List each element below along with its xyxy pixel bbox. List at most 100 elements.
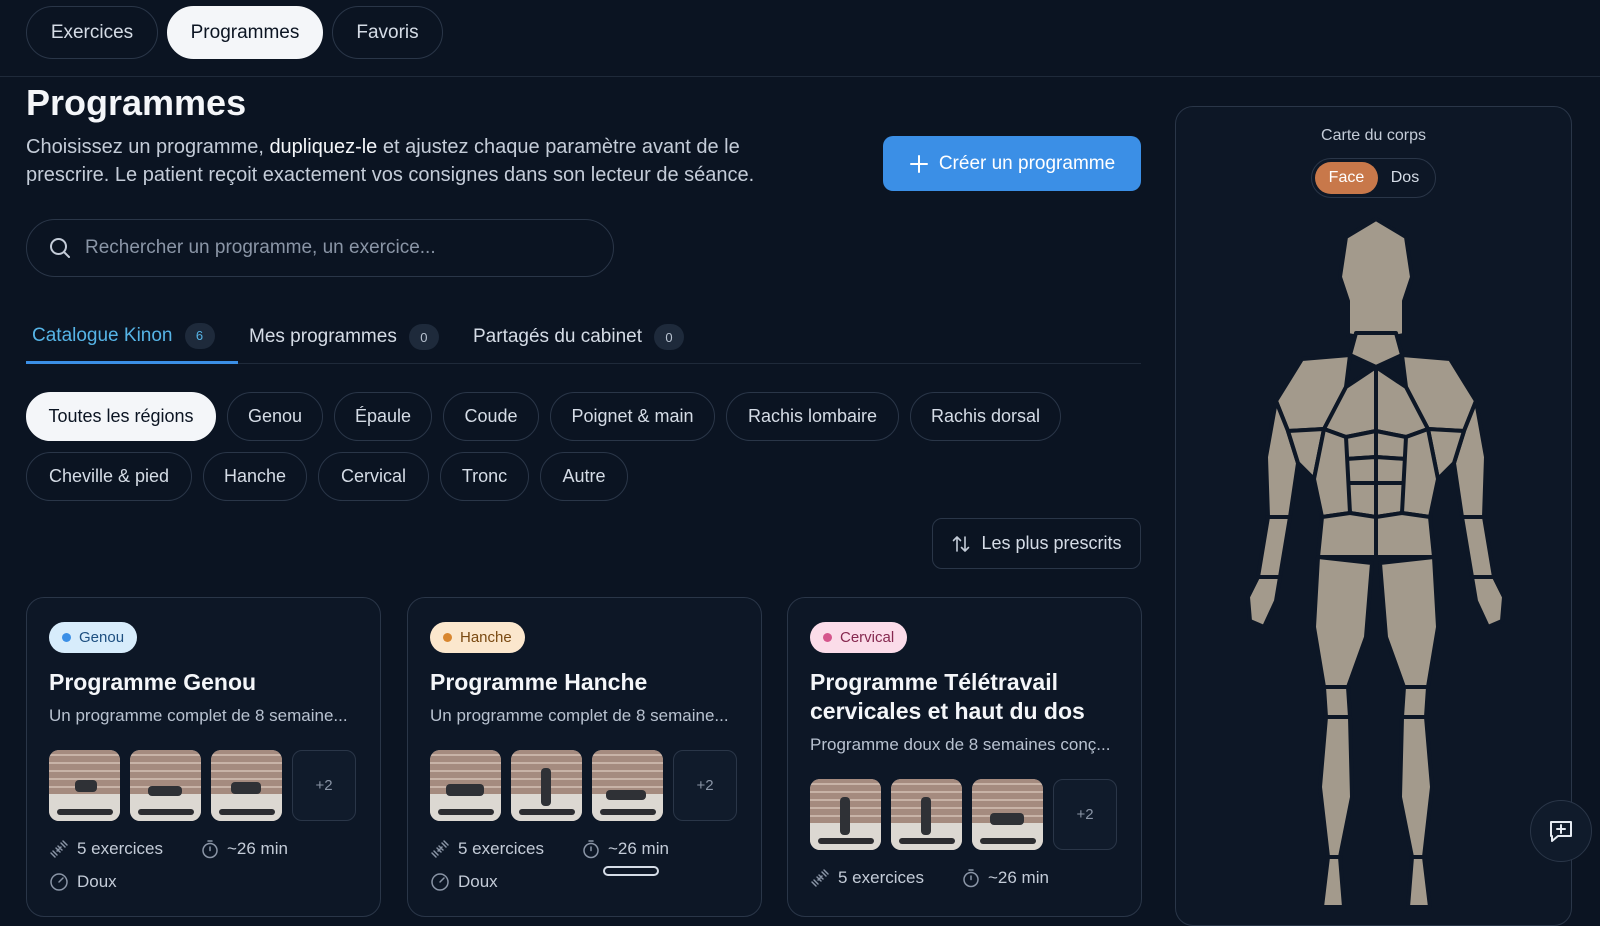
card-title: Programme Hanche — [430, 669, 648, 695]
page-description: Choisissez un programme, dupliquez-le et… — [26, 133, 826, 189]
tab-count-badge: 6 — [184, 322, 215, 349]
description-text: Choisissez un programme, — [26, 136, 270, 158]
region-chip-poignet-main[interactable]: Poignet & main — [550, 392, 715, 441]
region-badge: Hanche — [430, 622, 525, 653]
exercise-thumbnail — [430, 750, 501, 821]
region-chip-rachis-lombaire[interactable]: Rachis lombaire — [726, 392, 899, 441]
search-icon — [50, 238, 70, 258]
region-badge-label: Hanche — [460, 629, 512, 646]
exercise-count: 5 exercices — [838, 868, 924, 887]
program-tabs: Catalogue Kinon 6 Mes programmes 0 Parta… — [26, 310, 1141, 364]
card-description: Un programme complet de 8 semaine... — [49, 706, 348, 725]
region-chip-coude[interactable]: Coude — [443, 392, 539, 441]
card-meta: 5 exercices ~26 min — [810, 868, 1049, 888]
region-chip-epaule[interactable]: Épaule — [334, 392, 432, 441]
scroll-indicator[interactable] — [603, 866, 659, 876]
body-view-toggle: Face Dos — [1311, 158, 1436, 198]
dumbbell-icon — [50, 840, 68, 858]
plus-icon — [909, 154, 928, 173]
exercise-count: 5 exercices — [458, 839, 544, 858]
page-title: Programmes — [26, 82, 247, 123]
timer-icon — [202, 840, 218, 859]
exercise-count: 5 exercices — [77, 839, 163, 858]
card-meta: 5 exercices ~26 min — [430, 839, 669, 859]
region-badge: Cervical — [810, 622, 908, 653]
exercise-thumbnail — [511, 750, 582, 821]
region-chip-toutes[interactable]: Toutes les régions — [26, 392, 216, 441]
feedback-button[interactable] — [1530, 800, 1592, 862]
tab-partages-cabinet[interactable]: Partagés du cabinet 0 — [467, 310, 690, 364]
tab-label: Partagés du cabinet — [473, 326, 643, 347]
create-program-label: Créer un programme — [938, 152, 1116, 174]
region-badge-label: Cervical — [840, 629, 895, 646]
tab-catalogue-kinon[interactable]: Catalogue Kinon 6 — [26, 310, 238, 364]
exercise-thumbnail — [49, 750, 120, 821]
toggle-back[interactable]: Dos — [1378, 162, 1432, 194]
exercise-thumbnail — [211, 750, 282, 821]
gauge-icon — [431, 873, 449, 891]
tab-count-badge: 0 — [654, 324, 685, 350]
search-input[interactable] — [85, 237, 565, 259]
region-chip-hanche[interactable]: Hanche — [203, 452, 307, 501]
exercise-thumbnail — [972, 779, 1043, 850]
card-title: Programme Télétravail cervicales et haut… — [810, 669, 1085, 724]
sort-label: Les plus prescrits — [981, 533, 1122, 553]
tab-mes-programmes[interactable]: Mes programmes 0 — [243, 310, 445, 364]
timer-icon — [963, 869, 979, 888]
card-meta: 5 exercices ~26 min — [49, 839, 288, 859]
tab-count-badge: 0 — [408, 324, 439, 350]
level-label: Doux — [458, 872, 498, 891]
region-chip-cheville-pied[interactable]: Cheville & pied — [26, 452, 192, 501]
exercise-thumbnail — [810, 779, 881, 850]
toggle-face[interactable]: Face — [1315, 162, 1378, 194]
level-label: Doux — [77, 872, 117, 891]
exercise-thumbnail — [130, 750, 201, 821]
card-title: Programme Genou — [49, 669, 257, 695]
exercise-thumbnails: +2 — [430, 750, 737, 821]
exercise-thumbnails: +2 — [49, 750, 356, 821]
body-map-title: Carte du corps — [1321, 127, 1426, 144]
exercise-thumbnail — [592, 750, 663, 821]
more-exercises-tile[interactable]: +2 — [292, 750, 356, 821]
card-level: Doux — [49, 872, 117, 892]
create-program-button[interactable]: Créer un programme — [883, 136, 1141, 191]
timer-icon — [583, 840, 599, 859]
region-chip-autre[interactable]: Autre — [540, 452, 628, 501]
region-chip-cervical[interactable]: Cervical — [318, 452, 429, 501]
region-chip-rachis-dorsal[interactable]: Rachis dorsal — [910, 392, 1061, 441]
description-bold: dupliquez-le — [269, 136, 378, 158]
search-bar[interactable] — [26, 219, 614, 277]
sort-arrows-icon — [953, 535, 970, 552]
duration: ~26 min — [607, 839, 669, 858]
program-card-genou[interactable]: Genou Programme Genou Un programme compl… — [26, 597, 381, 917]
card-description: Programme doux de 8 semaines conç... — [810, 735, 1111, 754]
body-figure[interactable] — [1206, 217, 1546, 917]
program-card-hanche[interactable]: Hanche Programme Hanche Un programme com… — [407, 597, 762, 917]
tab-label: Catalogue Kinon — [32, 324, 173, 346]
dot-icon — [823, 633, 832, 642]
top-tab-programmes[interactable]: Programmes — [167, 6, 323, 59]
more-exercises-tile[interactable]: +2 — [1053, 779, 1117, 850]
exercise-thumbnails: +2 — [810, 779, 1117, 850]
dot-icon — [62, 633, 71, 642]
sort-button[interactable]: Les plus prescrits — [932, 518, 1141, 569]
dumbbell-icon — [431, 840, 449, 858]
region-chip-genou[interactable]: Genou — [227, 392, 323, 441]
top-tab-favoris[interactable]: Favoris — [332, 6, 443, 59]
body-map-panel: Carte du corps Face Dos — [1175, 106, 1572, 926]
card-level: Doux — [430, 872, 498, 892]
more-exercises-tile[interactable]: +2 — [673, 750, 737, 821]
program-card-cervical[interactable]: Cervical Programme Télétravail cervicale… — [787, 597, 1142, 917]
top-tab-exercices[interactable]: Exercices — [26, 6, 158, 59]
card-description: Un programme complet de 8 semaine... — [430, 706, 729, 725]
dumbbell-icon — [811, 869, 829, 887]
region-badge: Genou — [49, 622, 138, 653]
region-chip-tronc[interactable]: Tronc — [440, 452, 529, 501]
dot-icon — [443, 633, 452, 642]
message-plus-icon — [1550, 821, 1572, 842]
tab-label: Mes programmes — [249, 326, 397, 347]
duration: ~26 min — [987, 868, 1049, 887]
top-nav: Exercices Programmes Favoris — [0, 0, 1600, 77]
exercise-thumbnail — [891, 779, 962, 850]
duration: ~26 min — [226, 839, 288, 858]
